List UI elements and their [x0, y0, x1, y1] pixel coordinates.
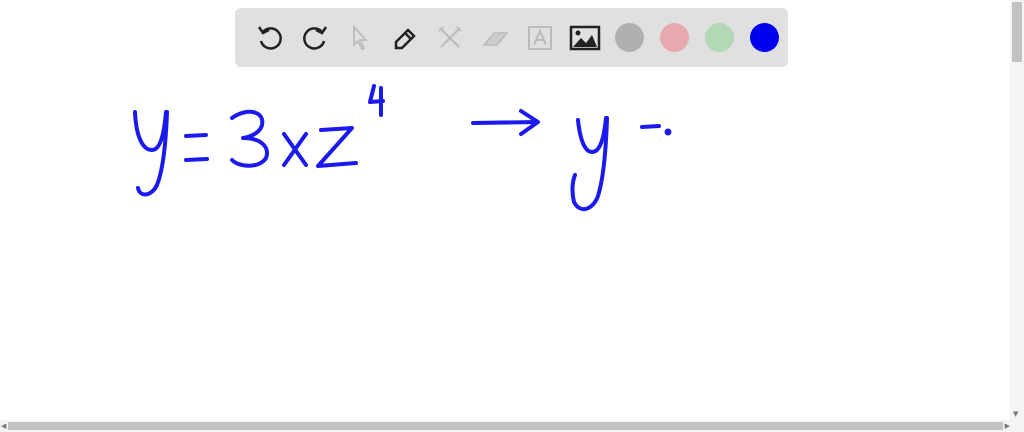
ink-y2 [570, 116, 609, 212]
scroll-left-arrow-icon[interactable]: ◀ [1, 422, 6, 430]
horizontal-scroll-thumb[interactable] [8, 422, 1003, 430]
scroll-down-arrow-icon[interactable]: ▼ [1013, 410, 1018, 418]
ink-z [316, 126, 358, 168]
ink-3 [230, 109, 269, 168]
ink-arrow [471, 109, 540, 136]
vertical-scrollbar[interactable]: ▼ [1010, 0, 1024, 420]
horizontal-scrollbar[interactable]: ◀ ▶ [0, 420, 1024, 432]
ink-dot [664, 128, 672, 136]
vertical-scroll-thumb[interactable] [1012, 2, 1022, 62]
drawing-canvas[interactable] [0, 0, 1010, 420]
ink-4 [368, 84, 385, 117]
scroll-right-arrow-icon[interactable]: ▶ [1005, 422, 1010, 430]
ink-x [282, 132, 308, 167]
ink-y [133, 110, 169, 197]
ink-dash [640, 124, 661, 129]
ink-equals [184, 133, 209, 162]
